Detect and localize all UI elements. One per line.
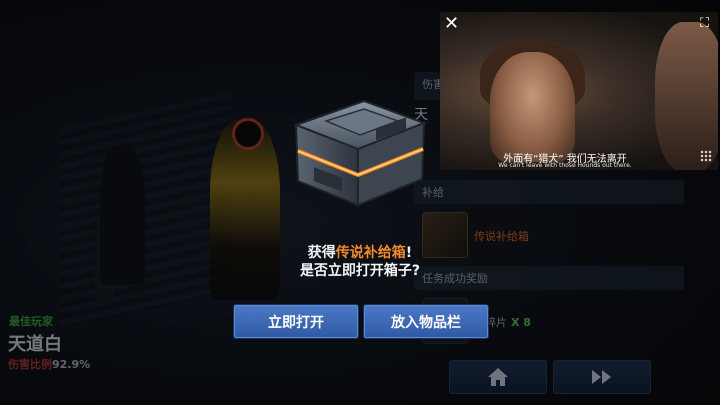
reward-message-line2: 是否立即打开箱子? bbox=[299, 263, 421, 279]
video-person-side bbox=[655, 22, 718, 170]
legendary-supply-chest-icon bbox=[293, 99, 427, 207]
reward-message-line1: 获得传说补给箱! bbox=[307, 245, 413, 261]
store-in-inventory-button[interactable]: 放入物品栏 bbox=[364, 305, 488, 338]
expand-icon[interactable]: ⛶ bbox=[700, 16, 709, 31]
video-subtitle-english: We can't leave with those Hounds out the… bbox=[498, 162, 632, 169]
reward-item-highlight: 传说补给箱 bbox=[335, 245, 406, 261]
video-overlay[interactable] bbox=[440, 12, 718, 170]
open-now-button[interactable]: 立即打开 bbox=[234, 305, 358, 338]
video-resize-handle[interactable] bbox=[700, 150, 712, 162]
video-person-face bbox=[490, 52, 575, 162]
close-icon[interactable]: ✕ bbox=[444, 15, 459, 33]
